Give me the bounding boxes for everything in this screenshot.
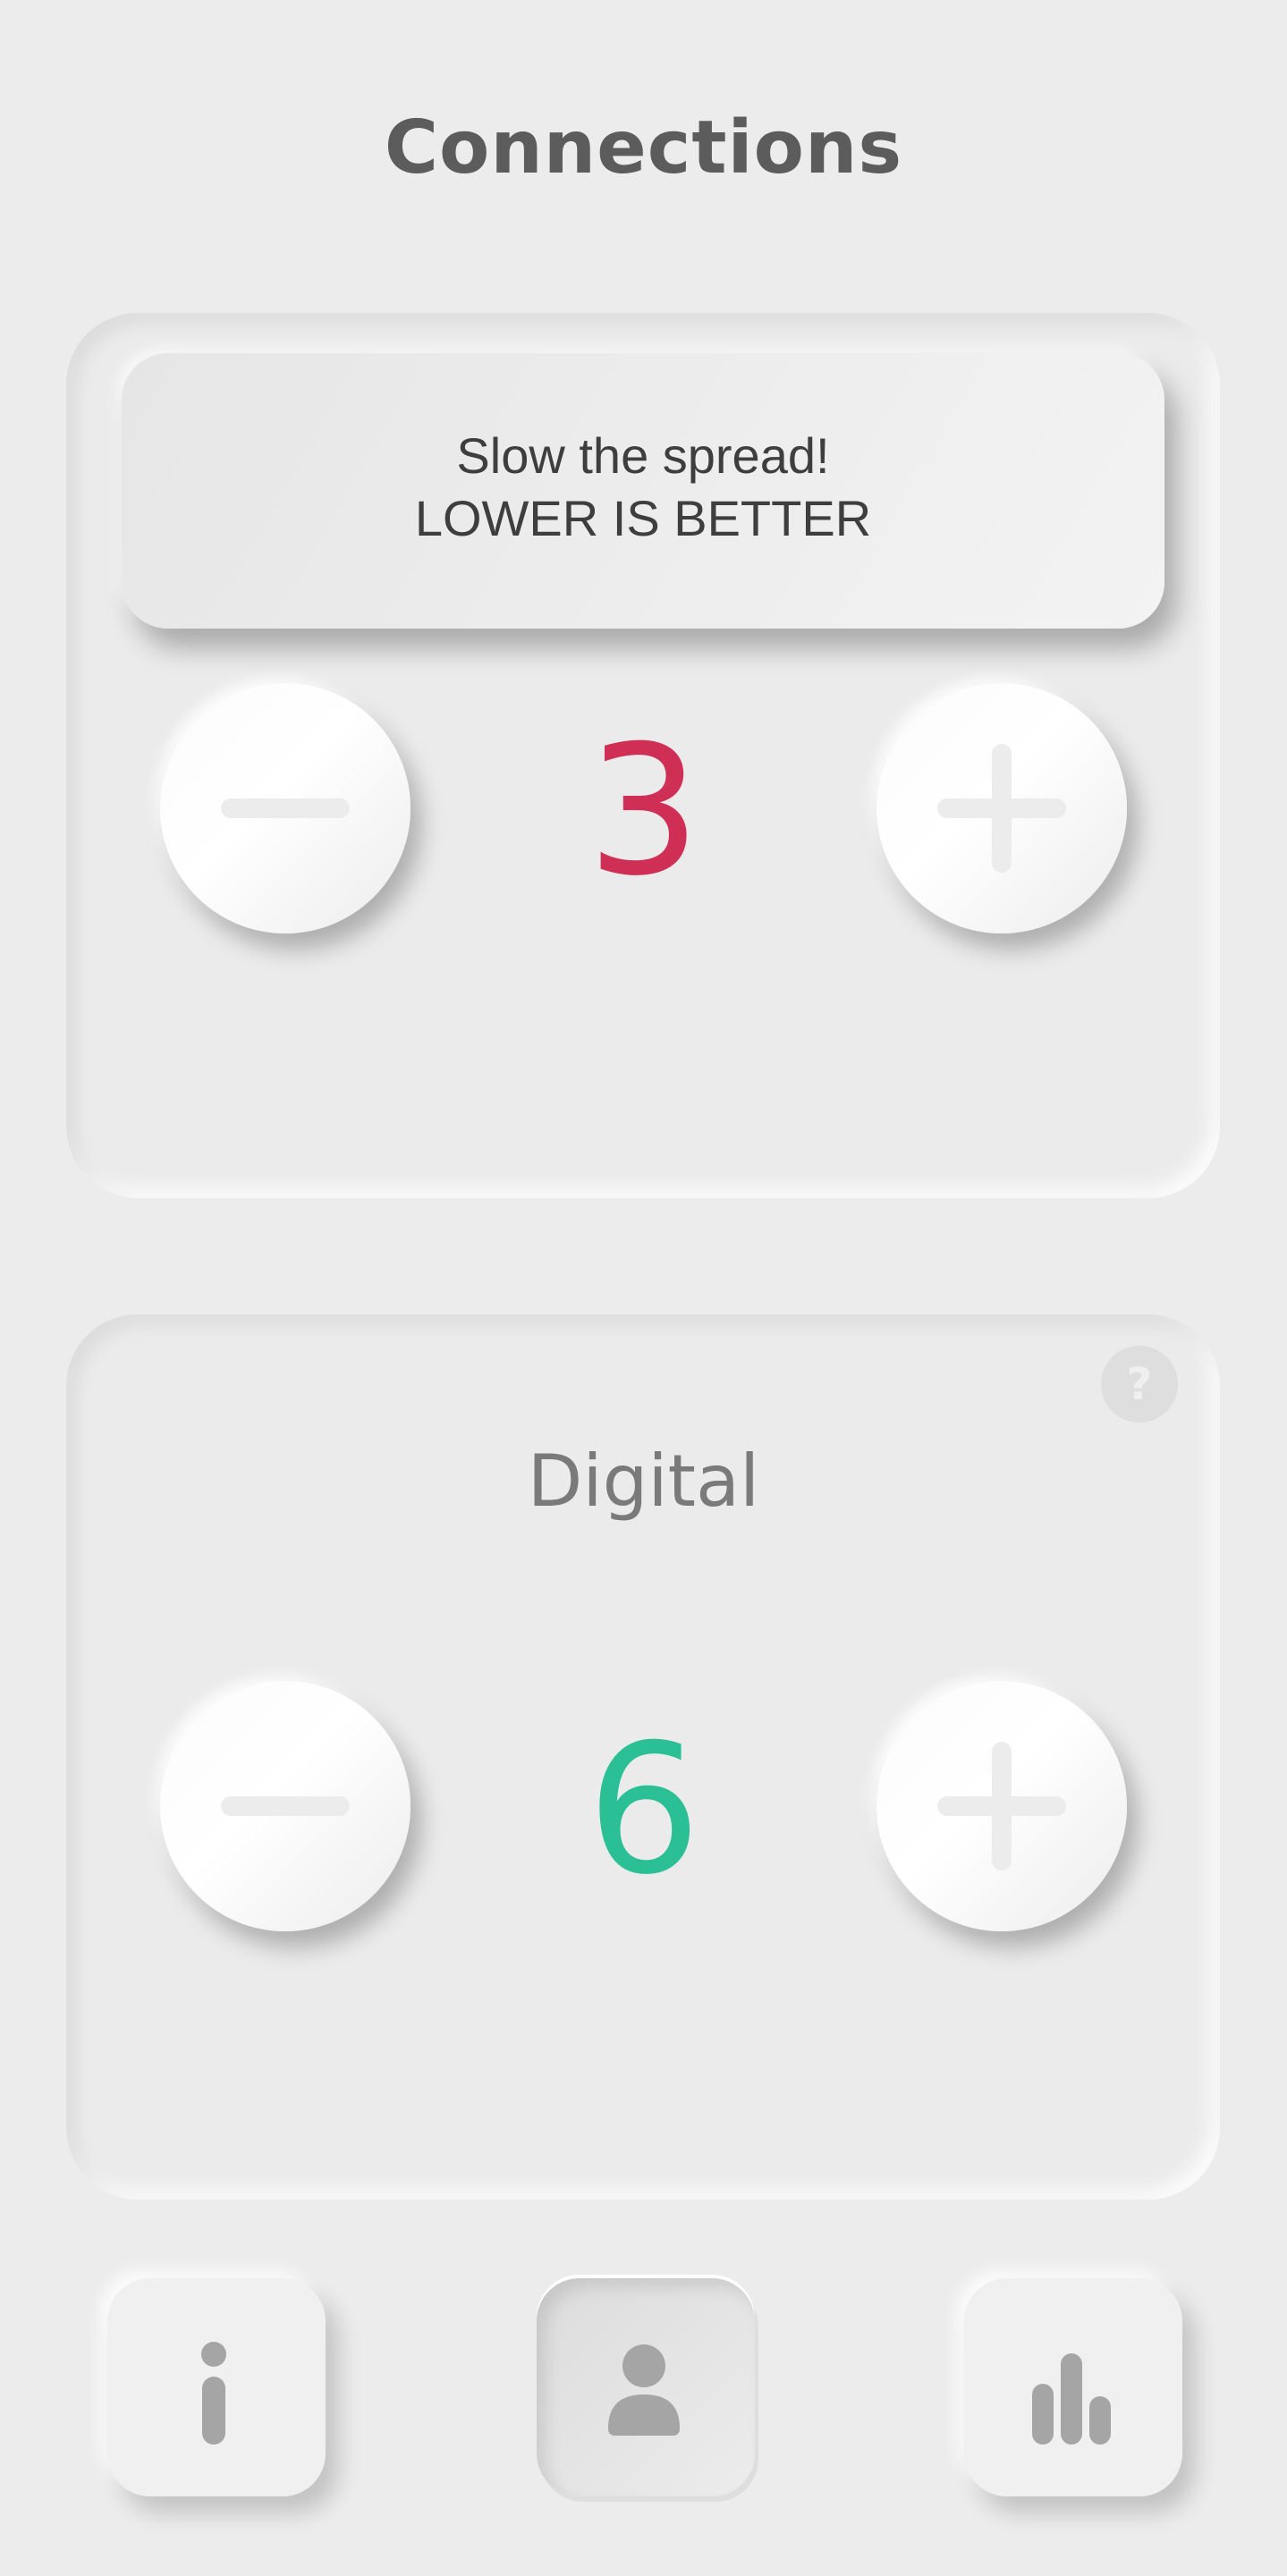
help-button[interactable]: ? (1101, 1346, 1178, 1423)
increment-physical-button[interactable] (876, 683, 1127, 933)
increment-digital-button[interactable] (876, 1681, 1127, 1931)
banner-hint: LOWER IS BETTER (414, 490, 872, 546)
digital-label: Digital (527, 1440, 760, 1523)
nav-stats-button[interactable] (964, 2278, 1182, 2496)
page-title: Connections (384, 106, 903, 190)
bar-chart-icon (1032, 2353, 1111, 2445)
person-icon (608, 2344, 680, 2436)
digital-connections-count: 6 (587, 1706, 701, 1914)
slow-spread-banner: Slow the spread! LOWER IS BETTER (122, 353, 1164, 629)
nav-profile-button[interactable] (537, 2278, 755, 2496)
decrement-physical-button[interactable] (160, 683, 411, 933)
physical-connections-count: 3 (587, 707, 701, 916)
info-icon (201, 2342, 226, 2445)
nav-info-button[interactable] (107, 2278, 326, 2496)
decrement-digital-button[interactable] (160, 1681, 411, 1931)
banner-message: Slow the spread! (456, 427, 830, 484)
